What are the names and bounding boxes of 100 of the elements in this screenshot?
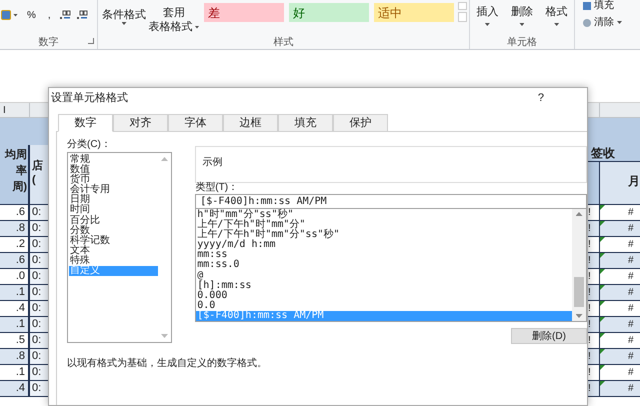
header-cell: 签收 <box>585 145 640 162</box>
table-cell-text: # <box>628 206 634 220</box>
table-cell-text: # <box>628 254 634 268</box>
field-label: 分类(C)： <box>67 138 112 152</box>
editing-button[interactable]: 清除 <box>583 17 622 28</box>
list-item[interactable]: 时间 <box>69 205 158 216</box>
header-cell: 店 ( <box>30 145 48 204</box>
error-marker-icon <box>600 205 605 210</box>
scrollbar[interactable] <box>572 209 586 321</box>
style-button[interactable]: 套用 表格格式 <box>148 2 200 34</box>
table-cell: 0: <box>30 317 48 332</box>
table-cell: 0: <box>30 301 48 316</box>
format-button[interactable]: % <box>24 10 39 22</box>
dialog-tab[interactable]: 对齐 <box>113 114 168 132</box>
list-item[interactable]: 上午/下午h"时"mm"分"ss"秒" <box>196 230 572 240</box>
group-label: 单元格 <box>507 36 537 50</box>
description-text: 以现有格式为基础，生成自定义的数字格式。 <box>67 356 268 371</box>
table-cell: .8 <box>0 349 30 364</box>
decrease-decimal-icon[interactable] <box>76 10 88 20</box>
group-label: 数字 <box>38 36 58 50</box>
dialog-tab[interactable]: 填充 <box>278 114 333 132</box>
table-cell: .4 <box>0 381 30 396</box>
list-item[interactable]: 文本 <box>69 246 158 256</box>
table-cell: 0: <box>30 269 48 284</box>
table-cell: 0: <box>30 365 48 380</box>
table-cell: 0: <box>30 253 48 268</box>
error-marker-icon <box>600 365 605 370</box>
group-label: 样式 <box>274 36 294 50</box>
error-marker-icon <box>600 349 605 354</box>
list-item[interactable]: 0.000 <box>196 290 572 301</box>
cell-command-button[interactable]: 删除 <box>510 6 533 26</box>
error-marker-icon <box>600 333 605 338</box>
header-band <box>585 118 640 145</box>
list-item[interactable]: 百分比 <box>69 216 158 226</box>
scroll-thumb[interactable] <box>574 277 584 307</box>
list-item[interactable]: 特殊 <box>69 256 158 266</box>
table-cell: 0: <box>30 285 48 300</box>
format-button[interactable]: , <box>44 10 54 22</box>
scroll-down-icon[interactable] <box>161 334 168 338</box>
error-marker-icon <box>600 301 605 306</box>
currency-icon[interactable] <box>1 10 11 20</box>
list-item[interactable]: 常规 <box>69 155 158 166</box>
table-cell: .1 <box>0 317 30 332</box>
dialog-tab[interactable]: 边框 <box>223 114 278 132</box>
error-marker-icon <box>600 317 605 322</box>
caret-icon <box>519 23 524 26</box>
list-item[interactable]: mm:ss.0 <box>196 260 572 271</box>
cell-style-button[interactable]: 适中 <box>374 3 454 22</box>
table-cell-text: # <box>628 334 634 348</box>
type-list[interactable]: h"时"mm"分"ss"秒" 上午/下午h"时"mm"分" 上午/下午h"时"mm"分"ss"秒" yyyy/m/d h:mm mm:ss mm:ss.0 @ [h]:mm:ss 0.000 0.0 [$-F400]h:mm:ss AM/PM <box>195 209 587 322</box>
list-item[interactable]: mm:ss <box>196 250 572 260</box>
list-item[interactable]: 分数 <box>69 226 158 236</box>
delete-button[interactable]: 删除(D) <box>511 328 587 344</box>
list-item[interactable]: 0.0 <box>196 300 572 311</box>
cell-command-button[interactable]: 格式 <box>546 6 568 26</box>
help-button[interactable]: ? <box>534 90 547 106</box>
caret-icon <box>554 23 560 26</box>
scroll-down-icon[interactable] <box>576 314 582 318</box>
cell-command-button[interactable]: 插入 <box>476 6 498 26</box>
table-cell-text: # <box>628 286 634 300</box>
dialog-tab[interactable]: 数字 <box>58 114 113 132</box>
table-cell: 0: <box>30 333 48 348</box>
header-band <box>0 118 48 145</box>
table-cell: 0: <box>30 381 48 396</box>
style-button[interactable]: 条件格式 <box>102 2 146 25</box>
dialog-tab[interactable]: 保护 <box>333 114 388 132</box>
table-cell-text: # <box>628 382 634 396</box>
error-marker-icon <box>600 237 605 242</box>
table-cell: .6 <box>0 253 30 268</box>
table-cell: 0: <box>30 221 48 236</box>
dialog-launcher-icon[interactable] <box>88 38 94 44</box>
caret-icon <box>617 21 622 24</box>
increase-decimal-icon[interactable] <box>60 10 71 20</box>
cell-style-button[interactable]: 差 <box>204 3 284 22</box>
field-label: 类型(T)： <box>195 182 240 194</box>
table-cell: .8 <box>0 221 30 236</box>
table-cell: 0: <box>30 349 48 364</box>
table-cell-text: # <box>628 350 634 364</box>
list-item[interactable]: [h]:mm:ss <box>196 280 572 291</box>
type-input-field[interactable]: [$-F400]h:mm:ss AM/PM <box>195 194 587 209</box>
cell-style-button[interactable]: 好 <box>289 3 369 22</box>
table-cell-text: # <box>628 238 634 252</box>
sample-label: 示例 <box>202 157 222 168</box>
table-cell-text: # <box>628 222 634 236</box>
table-cell-text: # <box>628 270 634 284</box>
table-cell: 0: <box>30 205 48 220</box>
error-marker-icon <box>600 381 605 386</box>
dialog-tab[interactable]: 字体 <box>168 114 223 132</box>
error-marker-icon <box>600 221 605 226</box>
dialog-title: 设置单元格格式 <box>51 90 128 106</box>
error-marker-icon <box>600 269 605 274</box>
table-cell-text: # <box>628 318 634 332</box>
caret-icon <box>194 26 200 28</box>
table-cell-text: # <box>628 302 634 316</box>
list-item[interactable]: @ <box>196 270 572 281</box>
list-item[interactable]: 科学记数 <box>69 236 158 246</box>
header-cell: 月 <box>600 162 640 204</box>
caret-icon <box>122 22 126 25</box>
list-item[interactable]: yyyy/m/d h:mm <box>196 240 572 250</box>
table-cell: .1 <box>0 285 30 300</box>
